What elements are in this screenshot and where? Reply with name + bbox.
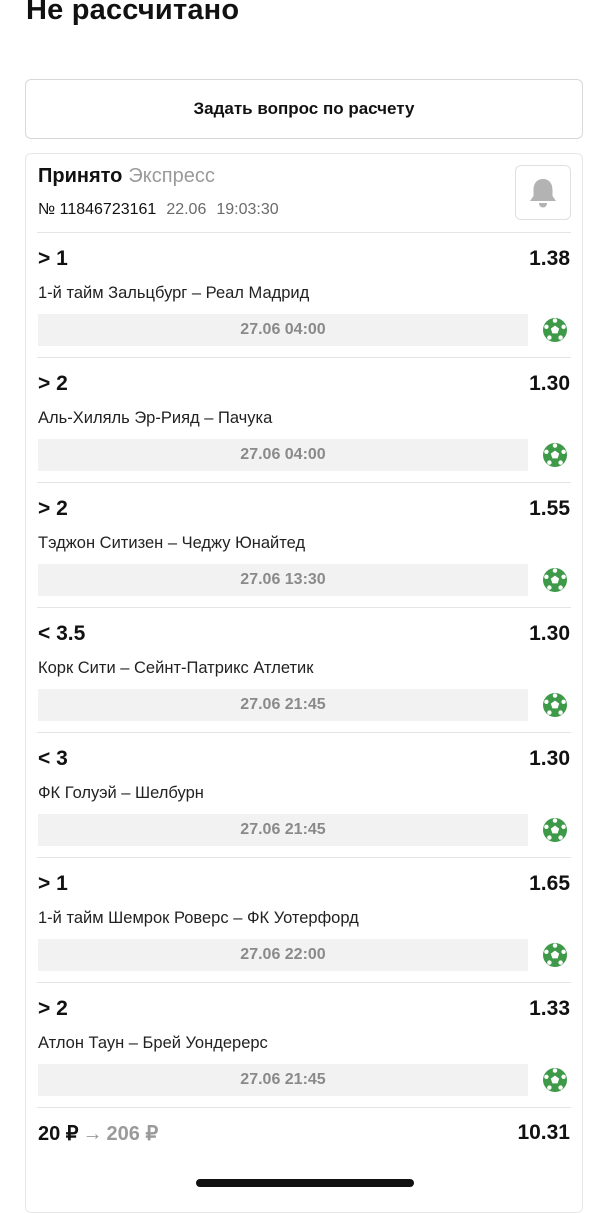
soccer-ball-icon <box>542 442 568 468</box>
ticket-date: 22.06 <box>166 201 207 218</box>
bet-odds: 1.30 <box>529 372 570 395</box>
bet-event: Атлон Таун – Брей Уондерерс <box>38 1034 268 1052</box>
soccer-ball-icon <box>542 567 568 593</box>
bet-row[interactable]: < 3 1.30 ФК Голуэй – Шелбурн 27.06 21:45 <box>37 732 571 857</box>
home-indicator[interactable] <box>196 1179 414 1187</box>
bet-row[interactable]: < 3.5 1.30 Корк Сити – Сейнт-Патрикс Атлет… <box>37 607 571 732</box>
stake-value: 20 ₽ <box>38 1123 79 1145</box>
bet-selection: > 1 <box>38 872 68 895</box>
soccer-ball-icon <box>542 817 568 843</box>
bet-type-label: Экспресс <box>128 165 215 187</box>
bet-datetime: 27.06 13:30 <box>38 564 528 596</box>
stake-amount: 20 ₽ → 206 ₽ <box>38 1121 158 1146</box>
bet-odds: 1.33 <box>529 997 570 1020</box>
bet-event: Тэджон Ситизен – Чеджу Юнайтед <box>38 534 306 552</box>
arrow-icon: → <box>82 1123 103 1145</box>
bet-selection: > 1 <box>38 247 68 270</box>
bet-event: ФК Голуэй – Шелбурн <box>38 784 204 802</box>
bet-event: Аль-Хиляль Эр-Рияд – Пачука <box>38 409 273 427</box>
bet-odds: 1.65 <box>529 872 570 895</box>
soccer-ball-icon <box>542 317 568 343</box>
bet-selection: > 2 <box>38 997 68 1020</box>
bet-row[interactable]: > 2 1.55 Тэджон Ситизен – Чеджу Юнайтед 27.… <box>37 482 571 607</box>
bet-row[interactable]: > 2 1.30 Аль-Хиляль Эр-Рияд – Пачука 27.06 … <box>37 357 571 482</box>
bet-datetime: 27.06 04:00 <box>38 314 528 346</box>
bet-event: Корк Сити – Сейнт-Патрикс Атлетик <box>38 659 314 677</box>
bet-event: 1-й тайм Шемрок Роверс – ФК Уотерфорд <box>38 909 359 927</box>
ticket-time: 19:03:30 <box>216 201 279 218</box>
bet-datetime: 27.06 21:45 <box>38 689 528 721</box>
bet-row[interactable]: > 2 1.33 Атлон Таун – Брей Уондерерс 27.06 … <box>37 982 571 1107</box>
ticket-header: Принято Экспресс № 11846723161 22.06 19:03:… <box>26 154 582 232</box>
potential-win: 206 ₽ <box>106 1123 159 1145</box>
bet-odds: 1.55 <box>529 497 570 520</box>
ticket-status: Принято Экспресс <box>38 165 215 188</box>
bet-datetime: 27.06 04:00 <box>38 439 528 471</box>
soccer-ball-icon <box>542 692 568 718</box>
soccer-ball-icon <box>542 1067 568 1093</box>
bet-odds: 1.30 <box>529 622 570 645</box>
bell-icon <box>530 178 556 207</box>
ticket-meta: № 11846723161 22.06 19:03:30 <box>38 201 279 219</box>
bet-ticket-card: Принято Экспресс № 11846723161 22.06 19:03:… <box>25 153 583 1213</box>
ask-question-button[interactable]: Задать вопрос по расчету <box>25 79 583 139</box>
bet-odds: 1.30 <box>529 747 570 770</box>
bet-datetime: 27.06 21:45 <box>38 1064 528 1096</box>
bet-selection: > 2 <box>38 372 68 395</box>
bet-selection: > 2 <box>38 497 68 520</box>
ticket-number: № 11846723161 <box>38 201 157 218</box>
bet-selection: < 3 <box>38 747 68 770</box>
total-odds: 10.31 <box>517 1121 570 1144</box>
soccer-ball-icon <box>542 942 568 968</box>
bet-odds: 1.38 <box>529 247 570 270</box>
bets-list: > 1 1.38 1-й тайм Зальцбург – Реал Мадрид 2… <box>26 232 582 1107</box>
bet-event: 1-й тайм Зальцбург – Реал Мадрид <box>38 284 310 302</box>
status-label: Принято <box>38 165 123 187</box>
bet-row[interactable]: > 1 1.38 1-й тайм Зальцбург – Реал Мадрид 2… <box>37 232 571 357</box>
notification-button[interactable] <box>515 165 571 220</box>
bet-datetime: 27.06 21:45 <box>38 814 528 846</box>
bet-row[interactable]: > 1 1.65 1-й тайм Шемрок Роверс – ФК Уотер… <box>37 857 571 982</box>
bet-selection: < 3.5 <box>38 622 86 645</box>
bet-datetime: 27.06 22:00 <box>38 939 528 971</box>
page-title: Не рассчитано <box>26 0 240 26</box>
ticket-summary: 20 ₽ → 206 ₽ 10.31 <box>37 1107 571 1158</box>
